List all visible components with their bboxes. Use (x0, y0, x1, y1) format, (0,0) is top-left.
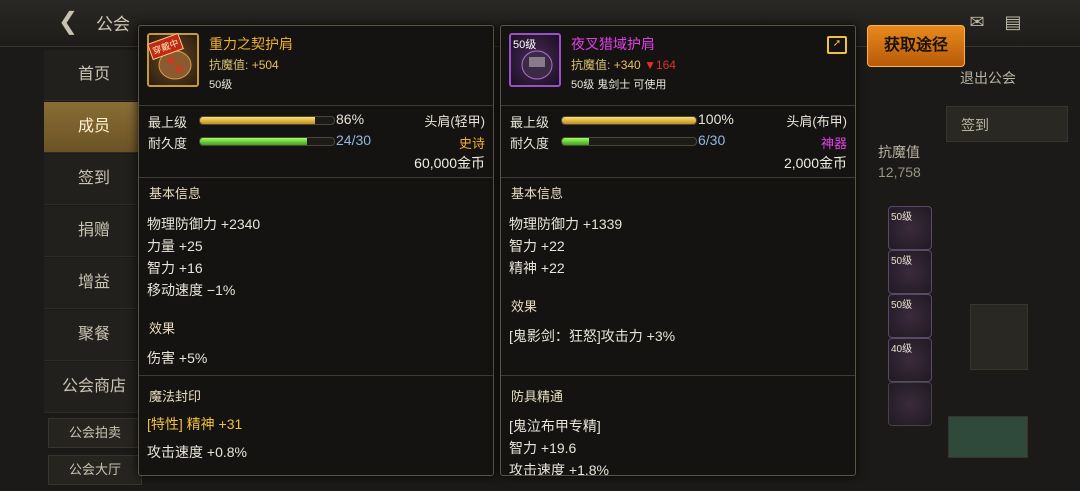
armor-mastery-title: 防具精通 (511, 389, 564, 404)
sidebar-item-dinner[interactable]: 聚餐 (44, 310, 144, 361)
divider (139, 375, 493, 376)
level-requirement: 50级 鬼剑士 可使用 (571, 79, 667, 91)
effect-title: 效果 (149, 321, 176, 336)
side-box (970, 304, 1028, 370)
level-requirement: 50级 (209, 79, 233, 91)
basic-info-title: 基本信息 (149, 186, 202, 201)
effect-line: [鬼影剑：狂怒]攻击力 +3% (509, 328, 676, 344)
attribute-line: 物理防御力 +2340 (147, 216, 261, 232)
sidebar-item-buff[interactable]: 增益 (44, 258, 144, 309)
effect-title: 效果 (511, 299, 538, 314)
equipment-slot[interactable] (888, 382, 932, 426)
durability-bar (561, 137, 697, 146)
attribute-line: 精神 +22 (509, 260, 565, 276)
seal-tag: [特性] (147, 416, 183, 432)
shoulder-armor-icon: 穿戴中 (147, 32, 199, 87)
divider (501, 105, 855, 106)
attribute-line: 力量 +25 (147, 238, 203, 254)
durability-bar (199, 137, 335, 146)
mail-icon[interactable]: ✉ (966, 12, 988, 32)
attribute-line: 智力 +16 (147, 260, 203, 276)
sidebar-item-shop[interactable]: 公会商店 (44, 362, 144, 413)
item-name: 重力之契护肩 (209, 36, 293, 52)
sidebar-item-home[interactable]: 首页 (44, 50, 144, 101)
chat-icon[interactable]: ▤ (1002, 12, 1024, 32)
compare-item-tooltip: 50级 夜叉猎域护肩 ➚ 抗魔值: +340 ▼164 50级 鬼剑士 可使用 … (500, 25, 856, 476)
level-tag: 50级 (513, 39, 537, 51)
green-box[interactable] (948, 416, 1028, 458)
max-level-value: 86% (336, 111, 365, 127)
checkin-box[interactable]: 签到 (946, 106, 1068, 142)
durability-label: 耐久度 (148, 136, 188, 151)
max-level-label: 最上级 (148, 115, 188, 130)
resist-stat: 抗魔值: +504 (209, 58, 279, 72)
share-icon[interactable]: ➚ (827, 36, 847, 54)
effect-line: 伤害 +5% (147, 350, 208, 366)
basic-info-title: 基本信息 (511, 186, 564, 201)
item-name: 夜叉猎域护肩 (571, 36, 655, 52)
max-level-value: 100% (698, 111, 734, 127)
mastery-line: 攻击速度 +1.8% (509, 462, 609, 476)
get-source-button[interactable]: 获取途径 (867, 25, 965, 67)
equipped-item-tooltip: 穿戴中 重力之契护肩 抗魔值: +504 50级 最上级 86% 头肩(轻甲) … (138, 25, 494, 476)
max-level-bar (199, 116, 335, 125)
price: 2,000金币 (783, 155, 847, 171)
sidebar-item-members[interactable]: 成员 (44, 102, 144, 153)
page-title: 公会 (96, 15, 130, 34)
max-level-label: 最上级 (510, 115, 550, 130)
back-arrow-icon[interactable]: ❮ (58, 8, 86, 36)
price: 60,000金币 (414, 155, 485, 171)
equipment-slot[interactable]: 50级 (888, 294, 932, 338)
equipment-slot[interactable]: 50级 (888, 206, 932, 250)
resist-value: 12,758 (878, 164, 921, 180)
resist-stat: 抗魔值: +340 ▼164 (571, 58, 676, 72)
seal-line: 攻击速度 +0.8% (147, 444, 247, 460)
attribute-line: 物理防御力 +1339 (509, 216, 623, 232)
attribute-line: 智力 +22 (509, 238, 565, 254)
max-level-bar (561, 116, 697, 125)
mastery-line: 智力 +19.6 (509, 440, 577, 456)
equipment-slot[interactable]: 40级 (888, 338, 932, 382)
sidebar-sub-auction[interactable]: 公会拍卖 (48, 418, 142, 448)
sidebar-item-donate[interactable]: 捐赠 (44, 206, 144, 257)
equipment-slot[interactable]: 50级 (888, 250, 932, 294)
attribute-line: 移动速度 −1% (147, 282, 236, 298)
resist-diff: ▼164 (644, 58, 676, 72)
checkin-label: 签到 (961, 117, 989, 133)
divider (501, 177, 855, 178)
mastery-line: [鬼泣布甲专精] (509, 418, 601, 434)
slot-type: 头肩(布甲) (786, 114, 847, 129)
durability-value: 6/30 (698, 132, 726, 148)
slot-type: 头肩(轻甲) (424, 114, 485, 129)
seal-value: 精神 +31 (186, 416, 243, 432)
sidebar-sub-hall[interactable]: 公会大厅 (48, 455, 142, 485)
divider (501, 375, 855, 376)
durability-label: 耐久度 (510, 136, 550, 151)
rarity: 史诗 (458, 136, 485, 151)
exit-guild-link[interactable]: 退出公会 (960, 68, 1016, 88)
divider (139, 177, 493, 178)
seal-line: [特性] 精神 +31 (147, 414, 242, 434)
sidebar-item-checkin[interactable]: 签到 (44, 154, 144, 205)
shoulder-armor-icon: 50级 (509, 33, 561, 87)
durability-value: 24/30 (336, 132, 372, 148)
divider (139, 105, 493, 106)
rarity: 神器 (820, 136, 847, 151)
resist-label: 抗魔值 (878, 144, 920, 160)
magic-seal-title: 魔法封印 (149, 389, 202, 404)
